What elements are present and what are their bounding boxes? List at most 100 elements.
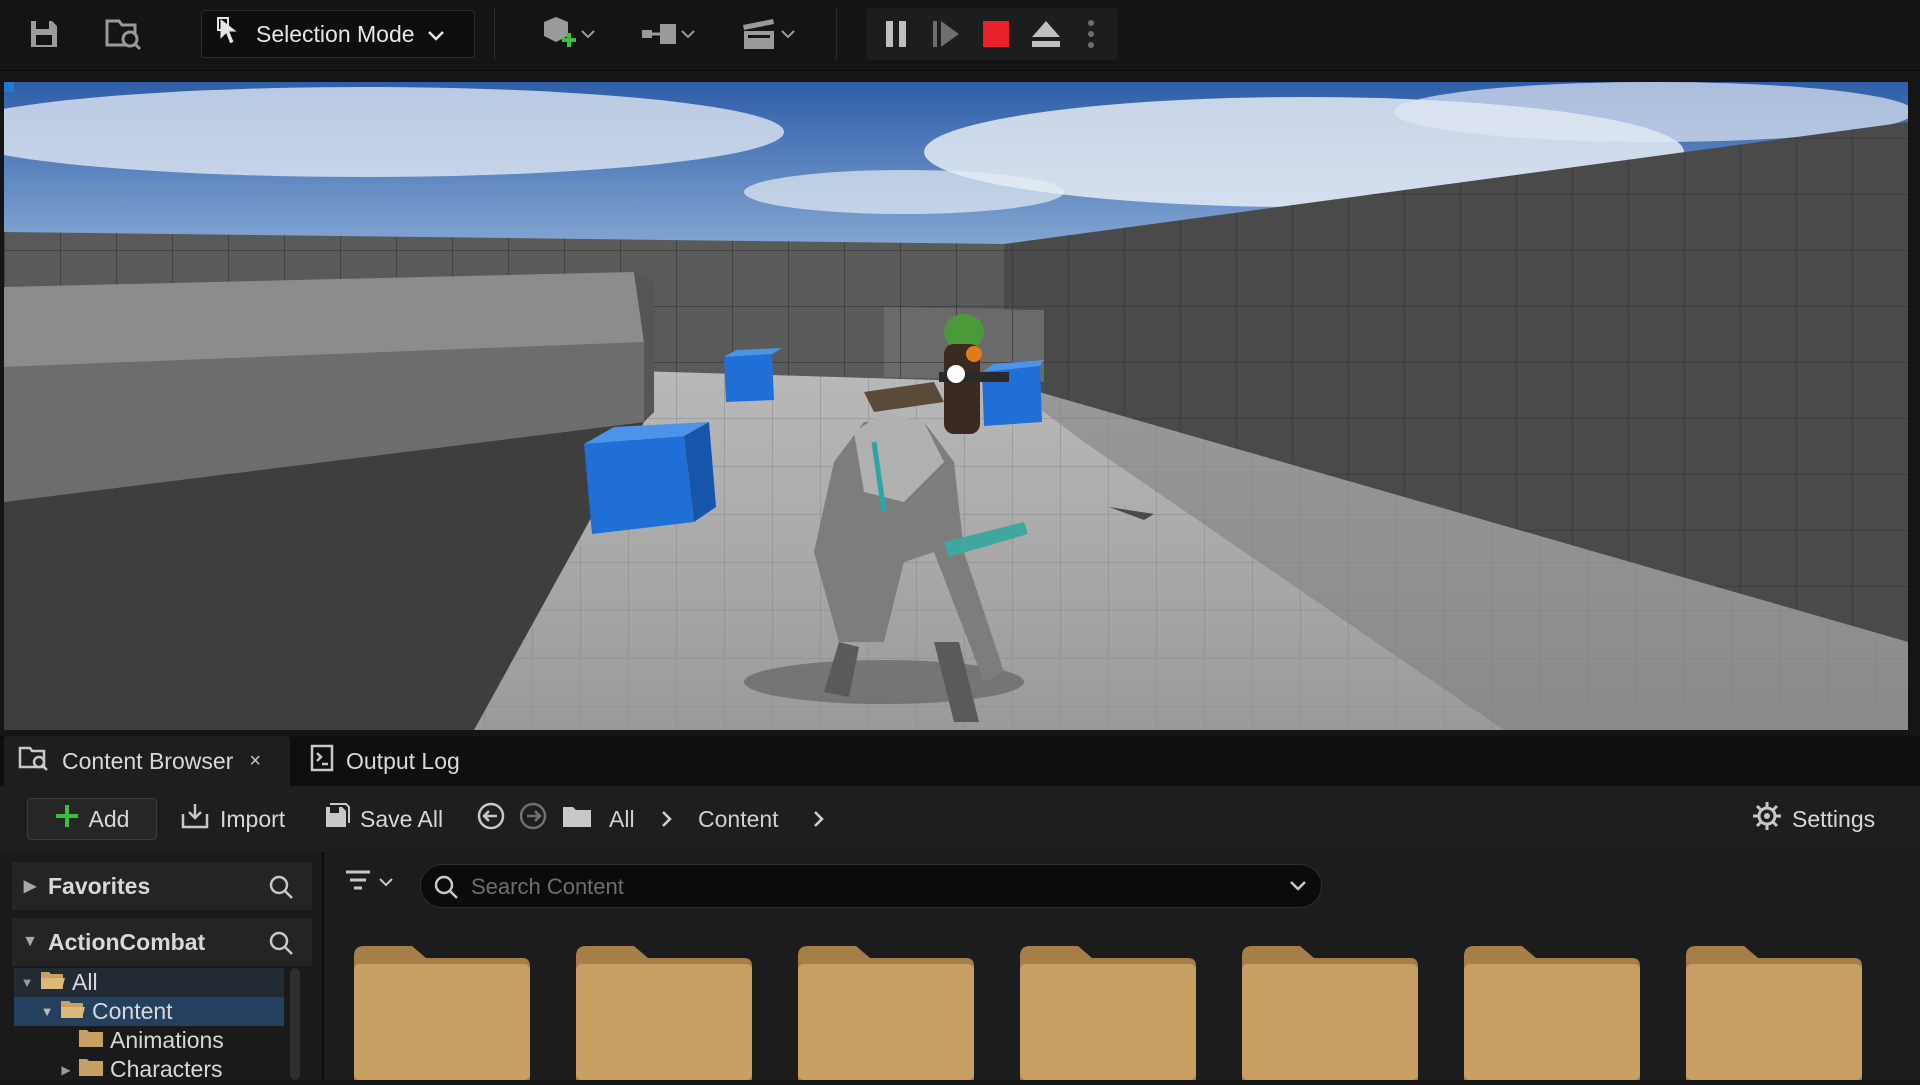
asset-folder[interactable] xyxy=(1018,944,1198,1080)
main-toolbar: Selection Mode xyxy=(0,0,1920,71)
folder-icon xyxy=(78,1056,104,1081)
save-all-button[interactable]: Save All xyxy=(324,798,443,840)
asset-folder[interactable] xyxy=(796,944,976,1080)
select-arrow-icon xyxy=(216,16,244,52)
chevron-down-icon: ▼ xyxy=(40,1004,54,1019)
asset-folder[interactable] xyxy=(1462,944,1642,1080)
tree-scrollbar[interactable] xyxy=(290,968,300,1080)
import-icon xyxy=(180,802,210,836)
save-icon[interactable] xyxy=(26,16,62,52)
chevron-down-icon: ▼ xyxy=(22,933,38,950)
chevron-right-icon[interactable] xyxy=(812,798,826,840)
search-icon[interactable] xyxy=(268,930,294,962)
filter-button[interactable] xyxy=(344,868,394,897)
folder-tree: ▼ All ▼ Content Animations ▶ Characters xyxy=(14,968,284,1080)
asset-view xyxy=(324,852,1920,1080)
content-browser-icon xyxy=(18,745,50,777)
save-all-icon xyxy=(324,803,350,835)
tree-item-all[interactable]: ▼ All xyxy=(14,968,284,997)
chevron-down-icon xyxy=(427,21,445,48)
search-input[interactable] xyxy=(469,871,1253,903)
toolbar-separator xyxy=(494,8,495,60)
forward-button[interactable] xyxy=(518,798,548,840)
output-log-icon xyxy=(310,744,334,778)
eject-icon[interactable] xyxy=(1028,16,1064,52)
import-button[interactable]: Import xyxy=(180,798,285,840)
chevron-down-icon[interactable] xyxy=(1289,879,1307,897)
project-section[interactable]: ▼ ActionCombat xyxy=(12,918,312,966)
favorites-label: Favorites xyxy=(48,872,151,899)
tree-label: All xyxy=(72,969,98,995)
skip-frame-icon[interactable] xyxy=(928,16,964,52)
add-actor-button[interactable] xyxy=(532,14,604,54)
forward-arrow-icon xyxy=(518,801,548,837)
chevron-down-icon xyxy=(680,29,696,39)
project-label: ActionCombat xyxy=(48,928,206,955)
filter-icon xyxy=(344,868,372,897)
blue-cube xyxy=(982,360,1044,426)
tree-label: Animations xyxy=(110,1027,224,1053)
favorites-section[interactable]: ▶ Favorites xyxy=(12,862,312,910)
tree-label: Characters xyxy=(110,1056,223,1080)
asset-folder[interactable] xyxy=(1684,944,1864,1080)
close-icon[interactable]: × xyxy=(249,750,261,773)
tree-item-characters[interactable]: ▶ Characters xyxy=(14,1055,284,1080)
folder-open-icon xyxy=(40,969,66,997)
asset-folder[interactable] xyxy=(352,944,532,1080)
level-viewport[interactable] xyxy=(4,82,1908,730)
folder-icon xyxy=(78,1027,104,1055)
tab-label: Content Browser xyxy=(62,747,234,774)
stop-icon[interactable] xyxy=(978,16,1014,52)
toolbar-separator xyxy=(836,8,837,60)
blue-cube xyxy=(584,422,716,534)
back-button[interactable] xyxy=(476,798,506,840)
pause-icon[interactable] xyxy=(878,16,914,52)
cinematics-icon xyxy=(740,17,780,51)
breadcrumb-all[interactable]: All xyxy=(609,798,635,840)
search-icon[interactable] xyxy=(268,874,294,906)
settings-label: Settings xyxy=(1792,805,1876,832)
asset-folder[interactable] xyxy=(1240,944,1420,1080)
search-icon xyxy=(433,874,459,905)
selection-mode-dropdown[interactable]: Selection Mode xyxy=(201,10,475,58)
chevron-down-icon xyxy=(580,29,596,39)
add-actor-icon xyxy=(540,14,580,54)
cinematics-button[interactable] xyxy=(732,14,804,54)
search-bar xyxy=(420,864,1322,908)
content-browser-toolbar: Add Import Save All All Content Settings xyxy=(0,786,1920,853)
import-label: Import xyxy=(220,805,286,832)
chevron-down-icon: ▼ xyxy=(20,975,34,990)
tab-label: Output Log xyxy=(346,747,460,774)
content-browser-icon[interactable] xyxy=(104,16,144,52)
blueprint-icon xyxy=(640,18,680,50)
save-all-label: Save All xyxy=(360,805,444,832)
tab-content-browser[interactable]: Content Browser × xyxy=(4,736,290,786)
viewport-scene xyxy=(4,82,1908,730)
tab-output-log[interactable]: Output Log xyxy=(296,736,496,786)
add-label: Add xyxy=(88,805,130,832)
mode-label: Selection Mode xyxy=(256,20,415,47)
chevron-right-icon: ▶ xyxy=(61,1062,71,1077)
tree-label: Content xyxy=(92,998,173,1024)
plus-icon xyxy=(55,804,79,834)
folder-path-button[interactable] xyxy=(562,798,592,840)
sources-panel: ▶ Favorites ▼ ActionCombat ▼ All ▼ Conte… xyxy=(0,852,324,1080)
breadcrumb-content[interactable]: Content xyxy=(698,798,779,840)
settings-button[interactable]: Settings xyxy=(1752,798,1875,840)
back-arrow-icon xyxy=(476,801,506,837)
add-button[interactable]: Add xyxy=(27,798,157,840)
viewport-corner-marker xyxy=(4,82,14,92)
chevron-right-icon[interactable] xyxy=(660,798,674,840)
crosshair xyxy=(947,365,965,383)
tree-item-content[interactable]: ▼ Content xyxy=(14,997,284,1026)
chevron-right-icon: ▶ xyxy=(23,878,37,895)
tree-item-animations[interactable]: Animations xyxy=(14,1026,284,1055)
more-options-icon[interactable] xyxy=(1076,16,1106,52)
chevron-down-icon xyxy=(780,29,796,39)
folder-open-icon xyxy=(60,998,86,1026)
asset-folder[interactable] xyxy=(574,944,754,1080)
gear-icon xyxy=(1752,801,1782,837)
chevron-down-icon xyxy=(378,874,394,892)
panel-tab-bar: Content Browser × Output Log xyxy=(0,736,1920,786)
blueprint-button[interactable] xyxy=(632,14,704,54)
